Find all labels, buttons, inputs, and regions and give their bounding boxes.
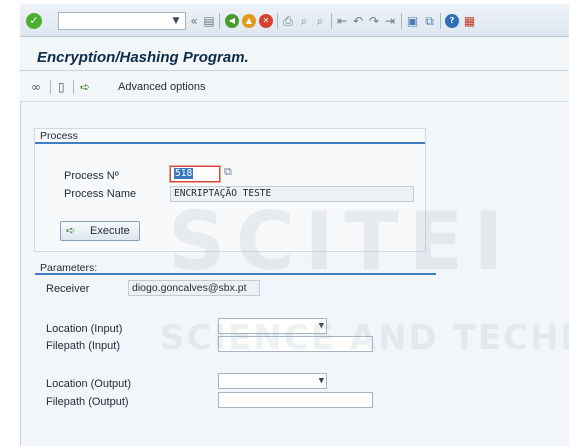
toolbar-separator <box>50 80 51 94</box>
filepath-input-label: Filepath (Input) <box>46 340 120 352</box>
toolbar-separator <box>440 13 441 29</box>
last-page-icon[interactable]: ⇥ <box>383 12 397 30</box>
execute-icon[interactable]: ➪ <box>80 80 90 94</box>
new-session-icon[interactable]: ▣ <box>405 12 420 30</box>
document-icon[interactable]: ▯ <box>58 80 65 94</box>
double-chevron-left-icon[interactable]: « <box>188 12 200 30</box>
execute-button[interactable]: ➪ Execute <box>60 221 140 241</box>
layout-icon[interactable]: ▦ <box>462 12 477 30</box>
title-bar: Encryption/Hashing Program. <box>20 37 569 71</box>
back-icon[interactable]: ◀ <box>225 14 239 28</box>
find-icon[interactable]: ⌕ <box>297 12 311 30</box>
command-field[interactable] <box>58 12 186 30</box>
toolbar-separator <box>73 80 74 94</box>
toolbar-separator <box>219 13 220 29</box>
execute-icon: ➪ <box>66 225 76 237</box>
filepath-output-label: Filepath (Output) <box>46 396 129 408</box>
command-dropdown-icon[interactable]: ▼ <box>168 13 184 29</box>
chevron-down-icon: ▼ <box>318 376 324 386</box>
previous-page-icon[interactable]: ↶ <box>351 12 365 30</box>
toolbar-separator <box>331 13 332 29</box>
exit-icon[interactable]: ▲ <box>242 14 256 28</box>
receiver-label: Receiver <box>46 283 90 295</box>
location-output-label: Location (Output) <box>46 378 131 390</box>
parameters-group-divider <box>35 273 436 275</box>
process-group-title: Process <box>40 130 78 142</box>
application-toolbar: ∞ ▯ ➪ Advanced options <box>20 72 569 102</box>
process-name-field: ENCRIPTAÇÃO TESTE <box>170 186 414 202</box>
help-icon[interactable]: ? <box>445 14 459 28</box>
process-group-divider <box>35 142 425 144</box>
toolbar-separator <box>277 13 278 29</box>
value-help-icon[interactable]: ⧉ <box>224 166 232 179</box>
find-next-icon[interactable]: ⌕ <box>313 12 327 30</box>
glasses-icon[interactable]: ∞ <box>31 80 41 94</box>
process-no-input[interactable]: 518 <box>170 166 220 182</box>
cancel-icon[interactable]: ✕ <box>259 14 273 28</box>
filepath-input-field[interactable] <box>218 336 373 352</box>
location-input-select[interactable]: ▼ <box>218 318 327 334</box>
next-page-icon[interactable]: ↷ <box>367 12 381 30</box>
location-input-label: Location (Input) <box>46 323 123 335</box>
chevron-down-icon: ▼ <box>318 321 324 331</box>
enter-icon[interactable]: ✓ <box>26 13 42 29</box>
print-icon[interactable]: ⎙ <box>281 12 295 30</box>
system-toolbar: ✓ ▼ « ▤ ◀ ▲ ✕ ⎙ ⌕ ⌕ ⇤ ↶ ↷ ⇥ ▣ ⧉ ? ▦ <box>20 4 569 37</box>
filepath-output-field[interactable] <box>218 392 373 408</box>
location-output-select[interactable]: ▼ <box>218 373 327 389</box>
toolbar-separator <box>401 13 402 29</box>
advanced-options-button[interactable]: Advanced options <box>118 81 205 93</box>
process-no-label: Process Nº <box>64 170 119 182</box>
receiver-field: diogo.goncalves@sbx.pt <box>128 280 260 296</box>
save-icon[interactable]: ▤ <box>202 12 216 30</box>
first-page-icon[interactable]: ⇤ <box>335 12 349 30</box>
shortcut-icon[interactable]: ⧉ <box>422 12 437 30</box>
page-title: Encryption/Hashing Program. <box>37 49 249 66</box>
process-name-label: Process Name <box>64 188 137 200</box>
